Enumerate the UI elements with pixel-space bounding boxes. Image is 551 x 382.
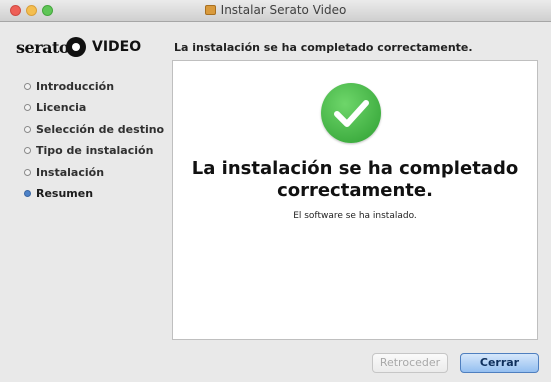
- completion-submessage: El software se ha instalado.: [293, 211, 417, 221]
- step-bullet-icon: [24, 125, 31, 133]
- record-disc-icon: [66, 37, 86, 57]
- close-button[interactable]: Cerrar: [460, 353, 539, 373]
- checkmark-icon: [321, 83, 381, 143]
- step-label: Instalación: [36, 165, 105, 179]
- step-label: Tipo de instalación: [36, 144, 154, 158]
- step-bullet-icon: [24, 83, 31, 90]
- step-instalacion: Instalación: [24, 166, 164, 187]
- step-label: Resumen: [36, 186, 94, 200]
- logo-product: VIDEO: [92, 39, 142, 55]
- step-label: Licencia: [36, 101, 87, 115]
- step-header: La instalación se ha completado correcta…: [174, 41, 473, 54]
- step-licencia: Licencia: [24, 101, 164, 122]
- completion-message-line1: La instalación se ha completado: [191, 158, 519, 179]
- step-label: Selección de destino: [36, 122, 165, 136]
- step-seleccion-destino: Selección de destino: [24, 123, 164, 144]
- step-bullet-icon: [24, 104, 31, 112]
- completion-message: La instalación se ha completado correcta…: [173, 158, 537, 202]
- title-bar: Instalar Serato Video: [0, 0, 551, 22]
- content-panel: La instalación se ha completado correcta…: [172, 60, 538, 340]
- step-tipo-instalacion: Tipo de instalación: [24, 144, 164, 165]
- step-resumen: Resumen: [24, 187, 164, 208]
- installer-window: Instalar Serato Video serato VIDEO La in…: [0, 0, 551, 382]
- back-button[interactable]: Retroceder: [372, 353, 448, 373]
- package-icon: [204, 5, 216, 15]
- window-title: Instalar Serato Video: [220, 3, 347, 17]
- step-bullet-icon: [24, 147, 31, 155]
- step-bullet-active-icon: [24, 189, 31, 197]
- window-title-area: Instalar Serato Video: [0, 3, 551, 17]
- step-bullet-icon: [24, 168, 31, 176]
- logo-wordmark: serato: [16, 38, 70, 57]
- installer-steps: Introducción Licencia Selección de desti…: [24, 80, 164, 208]
- completion-message-line2: correctamente.: [277, 180, 433, 201]
- step-introduccion: Introducción: [24, 80, 164, 101]
- step-label: Introducción: [36, 80, 115, 93]
